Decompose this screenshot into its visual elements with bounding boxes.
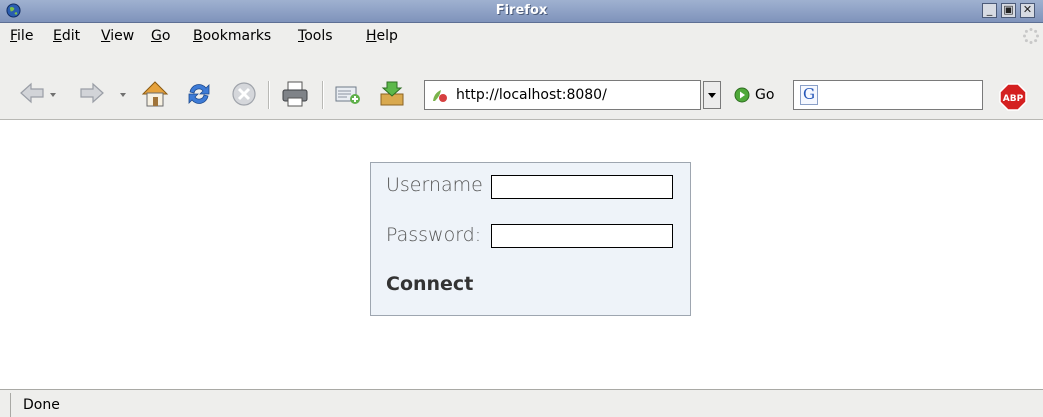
search-engine-icon[interactable]: G: [800, 85, 818, 105]
password-field[interactable]: [491, 224, 673, 248]
browser-window: Firefox _ ▣ ✕ File Edit View Go Bookmark…: [0, 0, 1043, 417]
username-field[interactable]: [491, 175, 673, 199]
menu-bookmarks[interactable]: Bookmarks: [193, 28, 271, 44]
reload-icon[interactable]: [184, 79, 214, 109]
forward-icon[interactable]: [78, 79, 106, 107]
menu-help-accel: H: [366, 28, 377, 44]
menu-tools[interactable]: Tools: [298, 28, 333, 44]
menu-help[interactable]: Help: [366, 28, 398, 44]
menu-go-label: o: [161, 28, 171, 44]
menu-tools-label: ools: [304, 28, 333, 44]
go-label: Go: [755, 87, 775, 103]
page-content: Username Password: Connect: [0, 120, 1043, 389]
password-label: Password:: [386, 224, 482, 246]
home-icon[interactable]: [140, 79, 170, 109]
menu-bookmarks-label: ookmarks: [202, 28, 272, 44]
menu-view-label: iew: [110, 28, 135, 44]
menu-bar: File Edit View Go Bookmarks Tools Help: [0, 23, 1043, 49]
url-dropdown-button[interactable]: [703, 81, 721, 109]
title-bar: Firefox _ ▣ ✕: [0, 0, 1043, 23]
url-text: http://localhost:8080/: [456, 87, 607, 103]
status-bar: Done: [0, 389, 1043, 417]
download-icon[interactable]: [377, 79, 407, 109]
login-form: Username Password: Connect: [370, 162, 691, 316]
window-title: Firefox: [495, 3, 548, 18]
back-icon[interactable]: [18, 79, 46, 107]
menu-edit-label: dit: [61, 28, 81, 44]
menu-go-accel: G: [151, 28, 162, 44]
toolbar-separator: [322, 81, 324, 109]
search-field[interactable]: G: [793, 80, 983, 110]
mail-icon[interactable]: [333, 79, 363, 109]
connect-button[interactable]: Connect: [386, 273, 473, 295]
back-dropdown-icon[interactable]: [50, 93, 56, 97]
menu-help-label: elp: [376, 28, 398, 44]
menu-edit[interactable]: Edit: [53, 28, 80, 44]
print-icon[interactable]: [280, 79, 310, 109]
menu-go[interactable]: Go: [151, 28, 170, 44]
throbber-icon: [1023, 28, 1039, 44]
minimize-icon[interactable]: _: [982, 3, 997, 18]
menu-file[interactable]: File: [10, 28, 33, 44]
go-arrow-icon: [734, 87, 750, 103]
menu-file-label: ile: [17, 28, 34, 44]
menu-view[interactable]: View: [101, 28, 134, 44]
status-text: Done: [10, 393, 1039, 417]
menu-file-accel: F: [10, 28, 18, 44]
adblock-icon[interactable]: ABP: [999, 83, 1027, 111]
url-field[interactable]: http://localhost:8080/: [424, 80, 701, 110]
stop-icon[interactable]: [229, 79, 259, 109]
menu-bookmarks-accel: B: [193, 28, 203, 44]
menu-edit-accel: E: [53, 28, 62, 44]
username-label: Username: [386, 174, 483, 196]
maximize-icon[interactable]: ▣: [1001, 3, 1016, 18]
adblock-label: ABP: [1003, 94, 1024, 104]
forward-dropdown-icon[interactable]: [120, 93, 126, 97]
site-favicon-icon: [433, 90, 447, 102]
close-icon[interactable]: ✕: [1020, 3, 1035, 18]
menu-view-accel: V: [101, 28, 111, 44]
toolbar-separator: [268, 81, 270, 109]
